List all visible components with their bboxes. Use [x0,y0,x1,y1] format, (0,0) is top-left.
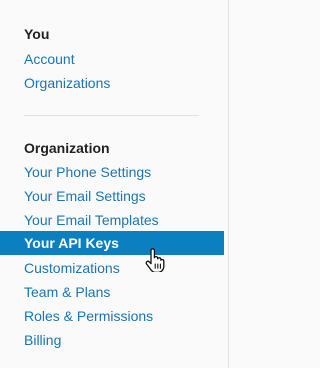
sidebar-item-customizations[interactable]: Customizations [24,259,120,277]
sidebar-item-api-keys[interactable]: Your API Keys [0,231,224,255]
sidebar-item-phone-settings[interactable]: Your Phone Settings [24,163,151,181]
sidebar-item-account[interactable]: Account [24,50,75,68]
sidebar-item-email-settings[interactable]: Your Email Settings [24,187,146,205]
settings-sidebar: You Account Organizations Organization Y… [0,0,229,368]
section-title-you: You [24,26,50,42]
sidebar-item-organizations[interactable]: Organizations [24,74,110,92]
sidebar-item-roles-permissions[interactable]: Roles & Permissions [24,307,153,325]
section-divider [24,115,199,116]
sidebar-item-email-templates[interactable]: Your Email Templates [24,211,159,229]
sidebar-item-api-keys-label: Your API Keys [24,235,119,251]
sidebar-item-billing[interactable]: Billing [24,331,61,349]
sidebar-item-team-plans[interactable]: Team & Plans [24,283,110,301]
section-title-organization: Organization [24,140,110,156]
